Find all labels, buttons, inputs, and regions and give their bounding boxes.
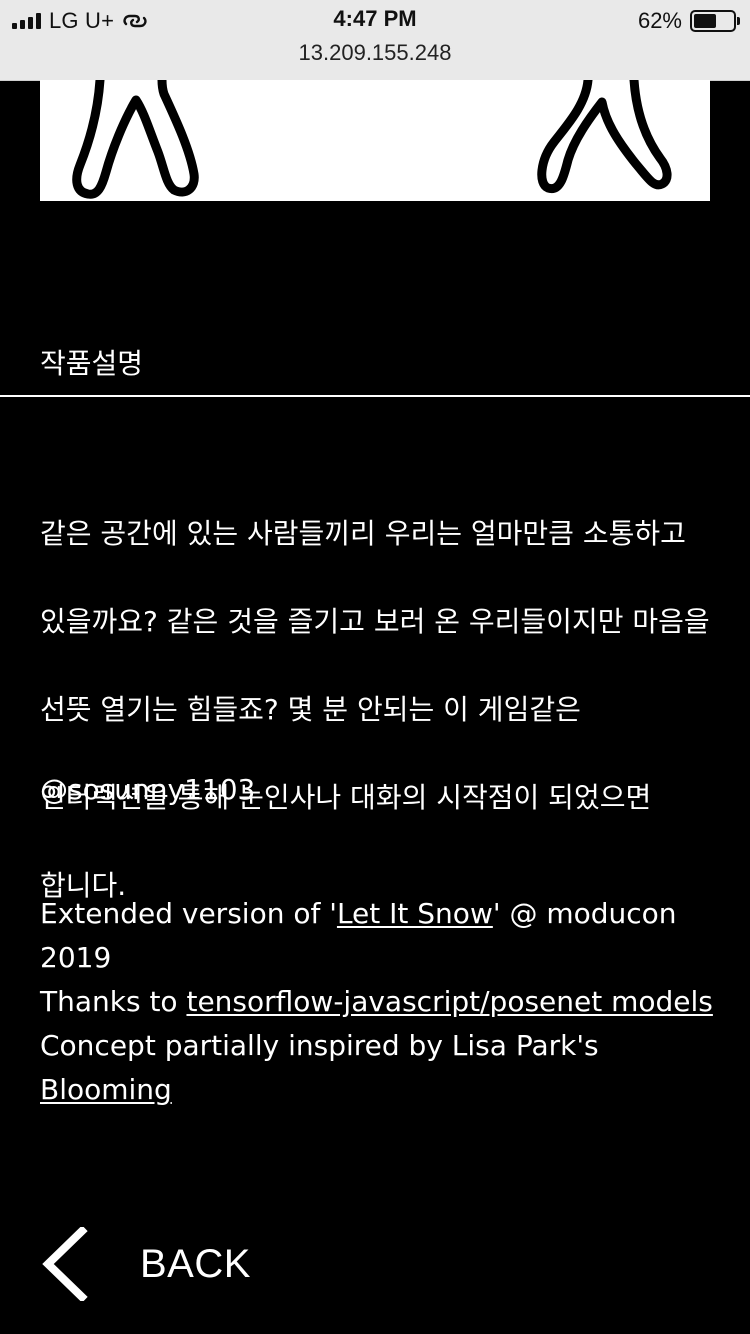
section-divider [0,395,750,397]
section-title: 작품설명 [40,347,144,380]
battery-fill [694,14,717,28]
description-line: 선뜻 열기는 힘들죠? 몇 분 안되는 이 게임같은 [40,693,581,726]
back-label: BACK [140,1241,251,1286]
credit-line-3: Concept partially inspired by Lisa Park'… [40,1029,599,1106]
battery-percent: 62% [637,8,682,33]
author-handle: @sosunny1103 [40,773,256,806]
figure-legs-illustration [72,80,672,199]
back-button[interactable]: BACK [40,1226,280,1302]
battery-icon [690,10,740,32]
description-line: 같은 공간에 있는 사람들끼리 우리는 얼마만큼 소통하고 [40,517,686,550]
address-bar[interactable]: 13.209.155.248 [0,40,750,66]
posenet-models-link[interactable]: tensorflow-javascript/posenet models [186,985,712,1018]
status-right: 62% [637,8,740,34]
let-it-snow-link[interactable]: Let It Snow [337,897,493,930]
blooming-link[interactable]: Blooming [40,1073,172,1106]
chevron-left-icon [42,1227,88,1301]
description-text: 같은 공간에 있는 사람들끼리 우리는 얼마만큼 소통하고 있을까요? 같은 것… [40,468,720,952]
credit-line-2: Thanks to tensorflow-javascript/posenet … [40,985,713,1018]
credits: Extended version of 'Let It Snow' @ modu… [40,892,720,1112]
status-bar: LG U+ 4:47 PM 62% 13.209.155.248 [0,0,750,81]
description-line: 있을까요? 같은 것을 즐기고 보러 온 우리들이지만 마음을 [40,605,710,638]
credit-line-1: Extended version of 'Let It Snow' @ modu… [40,897,677,974]
artwork-image [40,80,710,201]
